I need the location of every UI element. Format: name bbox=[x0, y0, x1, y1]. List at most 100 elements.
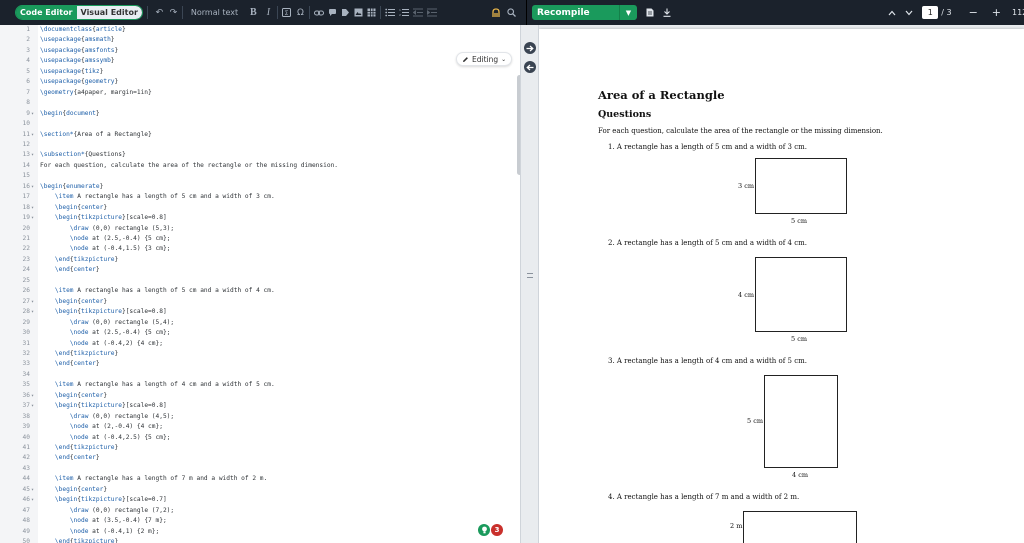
code-line[interactable]: 44 \item A rectangle has a length of 7 m… bbox=[0, 474, 515, 484]
code-line[interactable]: 49 \node at (-0.4,1) {2 m}; bbox=[0, 527, 515, 537]
code-line[interactable]: 39 \node at (2,-0.4) {4 cm}; bbox=[0, 422, 515, 432]
fold-toggle-icon[interactable]: ▾ bbox=[31, 297, 34, 307]
code-line[interactable]: 30 \node at (2.5,-0.4) {5 cm}; bbox=[0, 328, 515, 338]
outdent-icon[interactable] bbox=[412, 6, 423, 20]
code-line[interactable]: 20 \draw (0,0) rectangle (5,3); bbox=[0, 224, 515, 234]
table-icon[interactable] bbox=[367, 6, 376, 20]
code-line[interactable]: 15 bbox=[0, 171, 515, 181]
code-line[interactable]: 7 \geometry{a4paper, margin=1in} bbox=[0, 88, 515, 98]
code-line[interactable]: 1 \documentclass{article} bbox=[0, 25, 515, 35]
code-line[interactable]: 16 ▾ \begin{enumerate} bbox=[0, 182, 515, 192]
code-editor[interactable]: 1 \documentclass{article} 2 \usepackage{ams… bbox=[0, 25, 527, 543]
zoom-in-button[interactable]: + bbox=[992, 6, 1001, 20]
cite-icon[interactable] bbox=[328, 6, 337, 20]
code-line[interactable]: 35 \item A rectangle has a length of 4 c… bbox=[0, 380, 515, 390]
code-line[interactable]: 36 ▾ \begin{center} bbox=[0, 391, 515, 401]
redo-icon[interactable]: ↷ bbox=[169, 6, 178, 20]
sync-to-code-arrow-icon[interactable] bbox=[524, 61, 536, 73]
code-line[interactable]: 5 \usepackage{tikz} bbox=[0, 67, 515, 77]
suggestion-icon[interactable] bbox=[478, 524, 490, 536]
code-line[interactable]: 25 bbox=[0, 276, 515, 286]
code-line[interactable]: 26 \item A rectangle has a length of 5 c… bbox=[0, 286, 515, 296]
code-line[interactable]: 40 \node at (-0.4,2.5) {5 cm}; bbox=[0, 433, 515, 443]
code-line[interactable]: 42 \end{center} bbox=[0, 453, 515, 463]
bold-button[interactable]: B bbox=[249, 6, 258, 20]
code-line[interactable]: 10 bbox=[0, 119, 515, 129]
editor-mode-switch[interactable]: Code Editor Visual Editor bbox=[15, 5, 143, 20]
code-line[interactable]: 22 \node at (-0.4,1.5) {3 cm}; bbox=[0, 244, 515, 254]
chevron-down-icon[interactable]: ▼ bbox=[619, 5, 637, 20]
code-line[interactable]: 29 \draw (0,0) rectangle (5,4); bbox=[0, 318, 515, 328]
fold-toggle-icon[interactable]: ▾ bbox=[31, 109, 34, 119]
code-line[interactable]: 4 \usepackage{amssymb} bbox=[0, 56, 515, 66]
indent-icon[interactable] bbox=[426, 6, 437, 20]
fold-toggle-icon[interactable]: ▾ bbox=[31, 182, 34, 192]
undo-icon[interactable]: ↶ bbox=[155, 6, 164, 20]
code-line[interactable]: 19 ▾ \begin{tikzpicture}[scale=0.8] bbox=[0, 213, 515, 223]
fold-toggle-icon[interactable]: ▾ bbox=[31, 203, 34, 213]
zoom-out-button[interactable]: − bbox=[969, 6, 978, 20]
code-line[interactable]: 37 ▾ \begin{tikzpicture}[scale=0.8] bbox=[0, 401, 515, 411]
pane-divider[interactable] bbox=[520, 25, 539, 543]
code-line[interactable]: 13 ▾ \subsection*{Questions} bbox=[0, 150, 515, 160]
recompile-button[interactable]: Recompile ▼ bbox=[532, 5, 637, 20]
download-icon[interactable] bbox=[662, 6, 671, 20]
visual-editor-toggle[interactable]: Visual Editor bbox=[76, 6, 142, 19]
code-line[interactable]: 21 \node at (2.5,-0.4) {5 cm}; bbox=[0, 234, 515, 244]
logs-icon[interactable] bbox=[645, 6, 654, 20]
italic-button[interactable]: I bbox=[264, 6, 273, 20]
code-line[interactable]: 3 \usepackage{amsfonts} bbox=[0, 46, 515, 56]
error-count-badge[interactable]: 3 bbox=[491, 524, 503, 536]
code-line[interactable]: 28 ▾ \begin{tikzpicture}[scale=0.8] bbox=[0, 307, 515, 317]
sync-to-pdf-arrow-icon[interactable] bbox=[524, 42, 536, 54]
code-line[interactable]: 38 \draw (0,0) rectangle (4,5); bbox=[0, 412, 515, 422]
fold-toggle-icon[interactable]: ▾ bbox=[31, 213, 34, 223]
fold-toggle-icon[interactable]: ▾ bbox=[31, 130, 34, 140]
code-line[interactable]: 12 bbox=[0, 140, 515, 150]
code-line[interactable]: 6 \usepackage{geometry} bbox=[0, 77, 515, 87]
fold-toggle-icon[interactable]: ▾ bbox=[31, 391, 34, 401]
next-page-icon[interactable] bbox=[904, 6, 913, 20]
code-editor-toggle[interactable]: Code Editor bbox=[16, 6, 77, 19]
previous-page-icon[interactable] bbox=[887, 6, 896, 20]
code-line[interactable]: 34 bbox=[0, 370, 515, 380]
code-line[interactable]: 31 \node at (-0.4,2) {4 cm}; bbox=[0, 339, 515, 349]
code-line[interactable]: 11 ▾ \section*{Area of a Rectangle} bbox=[0, 130, 515, 140]
pdf-preview[interactable]: Area of a Rectangle Questions For each q… bbox=[539, 25, 1024, 543]
search-icon[interactable] bbox=[507, 6, 516, 20]
code-line[interactable]: 48 \node at (3.5,-0.4) {7 m}; bbox=[0, 516, 515, 526]
fold-toggle-icon[interactable]: ▾ bbox=[31, 485, 34, 495]
page-number-input[interactable]: 1 bbox=[922, 6, 939, 19]
ai-assist-icon[interactable] bbox=[491, 6, 501, 20]
code-line[interactable]: 8 bbox=[0, 98, 515, 108]
figure-icon[interactable] bbox=[354, 6, 363, 20]
bullet-list-icon[interactable] bbox=[385, 6, 395, 20]
symbol-button[interactable]: Ω bbox=[296, 6, 305, 20]
fold-toggle-icon[interactable]: ▾ bbox=[31, 401, 34, 411]
resize-handle[interactable] bbox=[527, 273, 533, 274]
code-line[interactable]: 32 \end{tikzpicture} bbox=[0, 349, 515, 359]
tag-icon[interactable] bbox=[341, 6, 350, 20]
code-line[interactable]: 9 ▾ \begin{document} bbox=[0, 109, 515, 119]
text-style-dropdown[interactable]: Normal text bbox=[191, 8, 249, 17]
code-line[interactable]: 18 ▾ \begin{center} bbox=[0, 203, 515, 213]
zoom-level[interactable]: 112 bbox=[1012, 8, 1024, 17]
editing-mode-dropdown[interactable]: Editing ⌄ bbox=[456, 52, 513, 66]
resize-handle[interactable] bbox=[527, 277, 533, 278]
code-line[interactable]: 17 \item A rectangle has a length of 5 c… bbox=[0, 192, 515, 202]
fold-toggle-icon[interactable]: ▾ bbox=[31, 150, 34, 160]
code-line[interactable]: 43 bbox=[0, 464, 515, 474]
code-line[interactable]: 47 \draw (0,0) rectangle (7,2); bbox=[0, 506, 515, 516]
math-icon[interactable]: Σ bbox=[281, 6, 291, 20]
code-line[interactable]: 23 \end{tikzpicture} bbox=[0, 255, 515, 265]
code-line[interactable]: 14 For each question, calculate the area … bbox=[0, 161, 515, 171]
code-line[interactable]: 50 \end{tikzpicture} bbox=[0, 537, 515, 543]
fold-toggle-icon[interactable]: ▾ bbox=[31, 307, 34, 317]
code-line[interactable]: 27 ▾ \begin{center} bbox=[0, 297, 515, 307]
code-line[interactable]: 2 \usepackage{amsmath} bbox=[0, 35, 515, 45]
code-line[interactable]: 24 \end{center} bbox=[0, 265, 515, 275]
code-line[interactable]: 46 ▾ \begin{tikzpicture}[scale=0.7] bbox=[0, 495, 515, 505]
fold-toggle-icon[interactable]: ▾ bbox=[31, 495, 34, 505]
link-icon[interactable] bbox=[313, 6, 324, 20]
code-line[interactable]: 33 \end{center} bbox=[0, 359, 515, 369]
